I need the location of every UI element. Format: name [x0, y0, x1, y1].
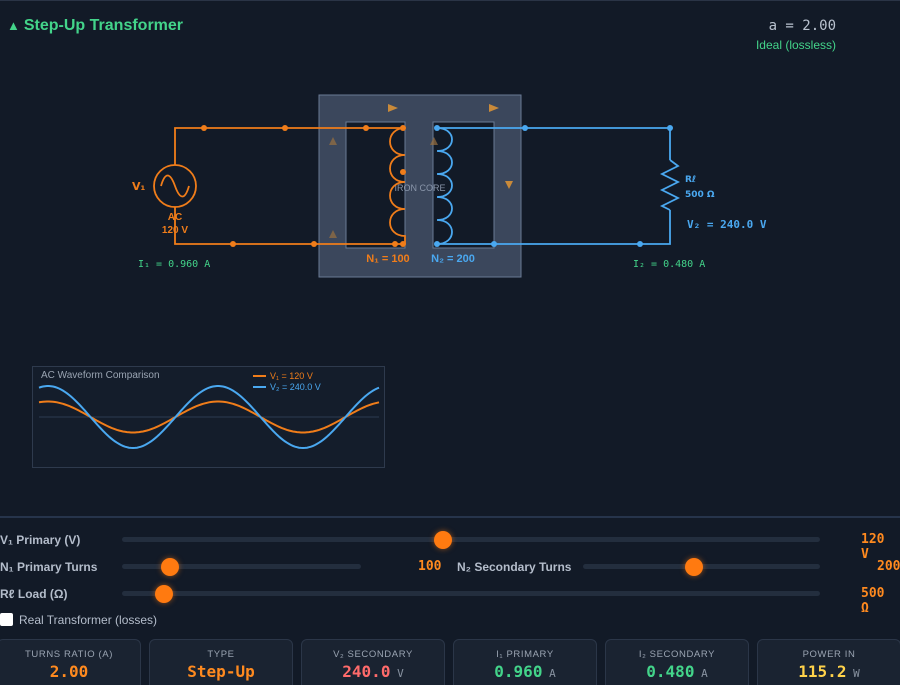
- summary-card: I₁ PRIMARY 0.960 A: [453, 639, 597, 685]
- card-label: V₂ SECONDARY: [333, 649, 413, 660]
- n2-slider-thumb[interactable]: [685, 558, 704, 576]
- i2-label: I₂ = 0.480 A: [633, 259, 705, 270]
- section-divider: [0, 516, 900, 518]
- core-label: IRON CORE: [394, 183, 445, 193]
- i1-label: I₁ = 0.960 A: [138, 259, 210, 270]
- card-label: POWER IN: [802, 649, 856, 660]
- summary-card: V₂ SECONDARY 240.0 V: [301, 639, 445, 685]
- n1-value: 100: [418, 559, 442, 574]
- load-slider-label: Rℓ Load (Ω): [0, 587, 68, 601]
- summary-card: TYPE Step-Up: [149, 639, 293, 685]
- source-type: AC: [168, 212, 182, 223]
- iron-core: IRON CORE: [318, 94, 522, 278]
- n2-value: 200: [877, 559, 900, 574]
- load-slider-thumb[interactable]: [154, 585, 173, 603]
- card-unit: W: [846, 667, 860, 680]
- card-label: TYPE: [207, 649, 235, 660]
- load-value-readout: 500 Ω: [861, 586, 885, 616]
- waveform-panel: AC Waveform Comparison V₁ = 120 V V₂ = 2…: [32, 366, 385, 468]
- v1-slider-thumb[interactable]: [434, 531, 453, 549]
- card-value: 0.960 A: [494, 662, 556, 681]
- card-value: 240.0 V: [342, 662, 404, 681]
- card-value: 115.2 W: [798, 662, 860, 681]
- card-unit: A: [542, 667, 556, 680]
- card-label: I₁ PRIMARY: [496, 649, 554, 660]
- load-label: Rℓ: [685, 175, 696, 185]
- n2-slider-label: N₂ Secondary Turns: [457, 560, 572, 574]
- source-label: V₁: [132, 180, 146, 193]
- n1-label: N₁ = 100: [366, 253, 409, 265]
- summary-card: POWER IN 115.2 W: [757, 639, 900, 685]
- load-value: 500 Ω: [685, 190, 715, 200]
- card-value: Step-Up: [187, 662, 255, 681]
- summary-card: I₂ SECONDARY 0.480 A: [605, 639, 749, 685]
- primary-circuit: [153, 127, 406, 245]
- n1-slider-label: N₁ Primary Turns: [0, 560, 98, 574]
- card-label: TURNS RATIO (A): [25, 649, 113, 660]
- card-value: 0.480 A: [646, 662, 708, 681]
- v1-slider-track[interactable]: [122, 537, 820, 542]
- waveform-plot: [38, 385, 380, 450]
- load-slider-track[interactable]: [122, 591, 820, 596]
- real-transformer-label: Real Transformer (losses): [19, 613, 158, 627]
- v2-label: V₂ = 240.0 V: [687, 218, 767, 231]
- card-unit: A: [694, 667, 708, 680]
- v1-value: 120 V: [861, 532, 885, 562]
- n1-slider-track[interactable]: [122, 564, 361, 569]
- card-value: 2.00: [49, 662, 89, 681]
- summary-card: TURNS RATIO (A) 2.00: [0, 639, 141, 685]
- source-voltage: 120 V: [162, 225, 188, 236]
- circuit-diagram: IRON CORE V₁ AC 120 V N₁ = 100 I₁ = 0.96…: [132, 94, 767, 278]
- card-unit: V: [390, 667, 404, 680]
- secondary-circuit: [436, 127, 681, 245]
- n1-slider-thumb[interactable]: [160, 558, 179, 576]
- n2-label: N₂ = 200: [431, 253, 475, 265]
- resistor-icon: [659, 159, 681, 211]
- real-transformer-checkbox[interactable]: [0, 613, 13, 626]
- card-label: I₂ SECONDARY: [638, 649, 716, 660]
- v1-slider-label: V₁ Primary (V): [0, 533, 81, 547]
